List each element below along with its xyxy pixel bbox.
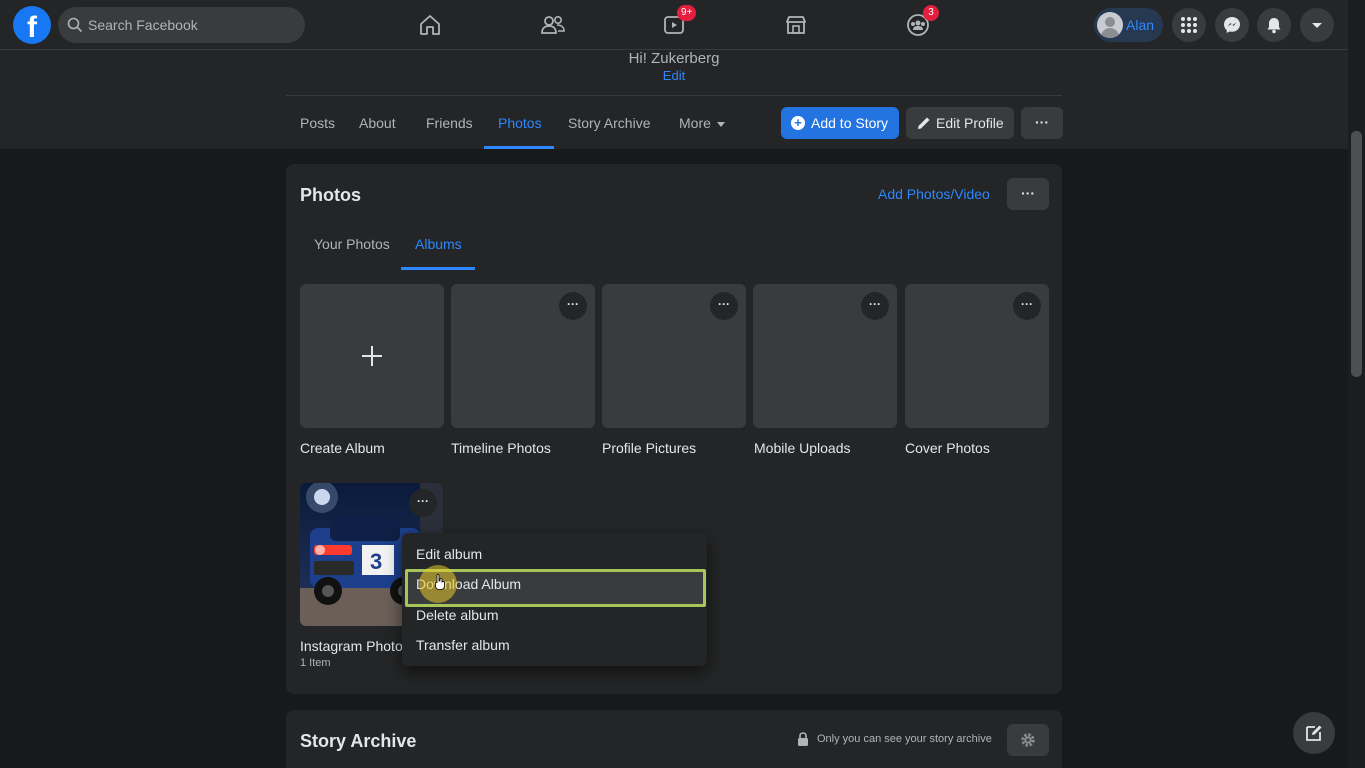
caret-down-icon [716,121,725,127]
grid-menu-icon [1181,17,1197,33]
tab-photos[interactable]: Photos [498,115,542,131]
scrollbar-thumb[interactable] [1351,131,1362,377]
story-archive-title: Story Archive [300,731,417,751]
story-archive-settings-button[interactable] [1007,724,1049,756]
friends-icon [541,15,565,34]
story-archive-section: Story Archive Only you can see your stor… [286,710,1062,768]
profile-shortcut-name: Alan [1126,17,1155,33]
compose-icon [1306,725,1322,741]
tab-more-label: More [679,115,711,131]
add-photos-video-link[interactable]: Add Photos/Video [878,186,990,202]
edit-profile-label: Edit Profile [936,115,1004,131]
album-name[interactable]: Mobile Uploads [754,440,851,456]
menu-item-transfer-album[interactable]: Transfer album [416,637,510,653]
album-options-button[interactable]: ··· [861,292,889,320]
menu-item-delete-album[interactable]: Delete album [416,607,499,623]
menu-button[interactable] [1172,8,1206,42]
create-album-tile[interactable] [300,284,444,428]
search-icon [67,17,83,33]
album-options-button[interactable]: ··· [409,489,437,517]
pencil-icon [918,117,930,129]
facebook-logo[interactable]: f [13,6,51,44]
edit-bio-link[interactable]: Edit [0,68,1348,83]
chevron-down-icon [1312,23,1322,28]
photos-more-button[interactable]: ··· [1007,178,1049,210]
plus-circle-icon: + [791,116,805,130]
header-divider [286,95,1062,96]
profile-bio: Hi! Zukerberg [628,50,720,67]
album-name[interactable]: Cover Photos [905,440,990,456]
page-scrollbar[interactable] [1348,0,1365,768]
album-tile-cover-photos[interactable]: ··· [905,284,1049,428]
messenger-button[interactable] [1215,8,1249,42]
tab-albums[interactable]: Albums [415,236,462,252]
tab-about[interactable]: About [359,115,396,131]
album-tile-timeline-photos[interactable]: ··· [451,284,595,428]
album-tile-profile-pictures[interactable]: ··· [602,284,746,428]
album-name[interactable]: Instagram Photo [300,638,403,654]
notifications-button[interactable] [1257,8,1291,42]
add-to-story-label: Add to Story [811,115,889,131]
watch-tab[interactable]: 9+ [657,5,697,42]
menu-item-edit-album[interactable]: Edit album [416,546,482,562]
profile-shortcut[interactable]: Alan [1094,8,1163,42]
tab-posts[interactable]: Posts [300,115,335,131]
bell-icon [1267,18,1281,34]
friends-tab[interactable] [535,8,569,42]
tab-story-archive[interactable]: Story Archive [568,115,650,131]
active-tab-indicator [484,146,554,149]
story-archive-privacy-note: Only you can see your story archive [798,732,992,746]
marketplace-icon [786,16,806,34]
plus-icon [362,346,382,366]
tab-your-photos[interactable]: Your Photos [314,236,390,252]
album-item-count: 1 Item [300,657,331,669]
lock-icon [798,732,808,746]
top-navigation-bar: f 9+ 3 Alan [0,0,1348,50]
new-message-button[interactable] [1293,712,1335,754]
svg-text:3: 3 [370,549,382,574]
messenger-icon [1224,17,1240,33]
marketplace-tab[interactable] [779,8,813,42]
hand-cursor-icon [435,574,445,590]
privacy-note-text: Only you can see your story archive [817,733,992,745]
search-input[interactable] [88,7,298,43]
album-options-button[interactable]: ··· [559,292,587,320]
album-tile-mobile-uploads[interactable]: ··· [753,284,897,428]
groups-tab[interactable]: 3 [901,5,939,42]
tab-friends[interactable]: Friends [426,115,473,131]
gear-icon [1021,733,1035,747]
album-name[interactable]: Create Album [300,440,385,456]
active-subtab-indicator [401,267,475,270]
groups-notification-badge: 3 [923,5,939,21]
profile-header: Hi! Zukerberg Edit Posts About Friends P… [0,50,1348,149]
profile-more-button[interactable]: ··· [1021,107,1063,139]
home-tab[interactable] [413,8,447,42]
album-name[interactable]: Profile Pictures [602,440,696,456]
search-box[interactable] [58,7,305,43]
album-options-button[interactable]: ··· [1013,292,1041,320]
avatar [1097,12,1123,38]
account-button[interactable] [1300,8,1334,42]
album-options-button[interactable]: ··· [710,292,738,320]
watch-notification-badge: 9+ [677,5,697,21]
home-icon [420,15,440,35]
edit-profile-button[interactable]: Edit Profile [906,107,1014,139]
album-name[interactable]: Timeline Photos [451,440,551,456]
add-to-story-button[interactable]: + Add to Story [781,107,899,139]
photos-title: Photos [300,185,361,205]
tab-more[interactable]: More [679,115,725,131]
